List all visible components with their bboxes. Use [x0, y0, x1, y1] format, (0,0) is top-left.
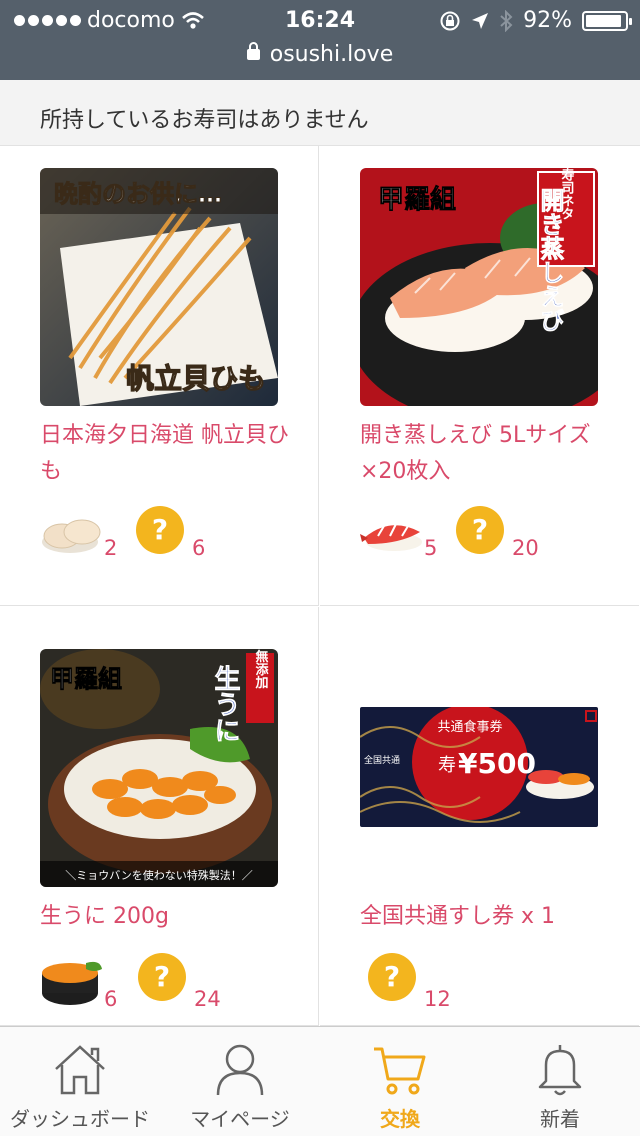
- rotation-lock-icon: [440, 11, 460, 30]
- tab-dashboard[interactable]: ダッシュボード: [0, 1027, 160, 1136]
- product-title[interactable]: 日本海夕日海道 帆立貝ひも: [40, 418, 290, 490]
- unknown-count: 12: [424, 987, 451, 1011]
- browser-chrome: docomo 16:24 92% osushi.love: [0, 0, 640, 80]
- scallop-sushi-icon: [42, 519, 101, 553]
- image-price: ¥500: [458, 747, 536, 780]
- empty-notice: 所持しているお寿司はありません: [0, 80, 640, 146]
- product-card[interactable]: 晩酌のお供に… 帆立貝ひも 日本海夕日海道 帆立貝ひも 2 ? 6: [0, 146, 319, 606]
- tab-label: 新着: [540, 1107, 580, 1131]
- lock-icon: [246, 42, 260, 60]
- image-caption: 生うに: [210, 665, 240, 743]
- product-image[interactable]: 共通食事券 全国共通 寿 ¥500: [360, 707, 598, 827]
- person-icon: [216, 1044, 264, 1096]
- sushi-count: 6: [104, 987, 118, 1011]
- question-icon: ?: [456, 506, 504, 554]
- product-card[interactable]: 甲羅組 無添加 生うに ＼ミョウバンを使わない特殊製法！／ 生うに 200g 6…: [0, 607, 319, 1026]
- sushi-count: 5: [424, 536, 438, 560]
- image-footer: ＼ミョウバンを使わない特殊製法！／: [65, 868, 253, 882]
- unknown-count: 20: [512, 536, 539, 560]
- url-text: osushi.love: [269, 42, 394, 67]
- image-caption: 開き蒸しえび: [536, 188, 564, 332]
- home-icon: [55, 1045, 105, 1095]
- battery-percent: 92%: [523, 8, 572, 33]
- product-image[interactable]: 甲羅組 寿司ネタ 開き蒸しえび: [360, 168, 598, 406]
- image-label: 全国共通: [364, 754, 400, 766]
- tab-label: ダッシュボード: [10, 1107, 150, 1131]
- question-icon: ?: [138, 953, 186, 1001]
- question-icon: ?: [136, 506, 184, 554]
- product-title[interactable]: 全国共通すし券 x 1: [360, 899, 610, 935]
- image-title: 共通食事券: [437, 719, 502, 735]
- bluetooth-icon: [500, 9, 513, 32]
- product-image[interactable]: 甲羅組 無添加 生うに ＼ミョウバンを使わない特殊製法！／: [40, 649, 278, 887]
- url-bar[interactable]: osushi.love: [0, 42, 640, 67]
- cart-icon: [374, 1047, 426, 1095]
- product-image[interactable]: 晩酌のお供に… 帆立貝ひも: [40, 168, 278, 406]
- image-caption-bottom: 帆立貝ひも: [126, 362, 266, 395]
- product-card[interactable]: 共通食事券 全国共通 寿 ¥500 全国共通すし券 x 1 ? 12: [320, 607, 639, 1026]
- uni-gunkan-icon: [42, 961, 102, 1005]
- product-grid: 晩酌のお供に… 帆立貝ひも 日本海夕日海道 帆立貝ひも 2 ? 6 甲羅組 寿司…: [0, 146, 640, 1026]
- battery-icon: [582, 10, 632, 31]
- status-icons: 92%: [439, 8, 632, 33]
- tab-bar: ダッシュボード マイページ 交換 新着: [0, 1026, 640, 1136]
- image-badge: 無添加: [253, 649, 270, 690]
- tab-news[interactable]: 新着: [480, 1027, 640, 1136]
- sushi-count: 2: [104, 536, 118, 560]
- image-brand: 甲羅組: [50, 665, 122, 693]
- product-title[interactable]: 開き蒸しえび 5Lサイズ×20枚入: [360, 418, 610, 490]
- image-brand: 甲羅組: [378, 184, 456, 215]
- unknown-count: 6: [192, 536, 206, 560]
- tab-label: マイページ: [190, 1107, 290, 1131]
- bell-icon: [538, 1045, 582, 1096]
- location-icon: [472, 12, 489, 29]
- status-bar: docomo 16:24 92%: [0, 6, 640, 36]
- tab-exchange[interactable]: 交換: [320, 1027, 480, 1136]
- product-title[interactable]: 生うに 200g: [40, 899, 290, 935]
- product-card[interactable]: 甲羅組 寿司ネタ 開き蒸しえび 開き蒸しえび 5Lサイズ×20枚入 5 ? 20: [320, 146, 639, 606]
- question-icon: ?: [368, 953, 416, 1001]
- shrimp-sushi-icon: [360, 523, 422, 551]
- image-kanji: 寿: [438, 755, 456, 776]
- tab-label: 交換: [380, 1107, 420, 1131]
- unknown-count: 24: [194, 987, 221, 1011]
- tab-mypage[interactable]: マイページ: [160, 1027, 320, 1136]
- image-caption-top: 晩酌のお供に…: [54, 180, 222, 208]
